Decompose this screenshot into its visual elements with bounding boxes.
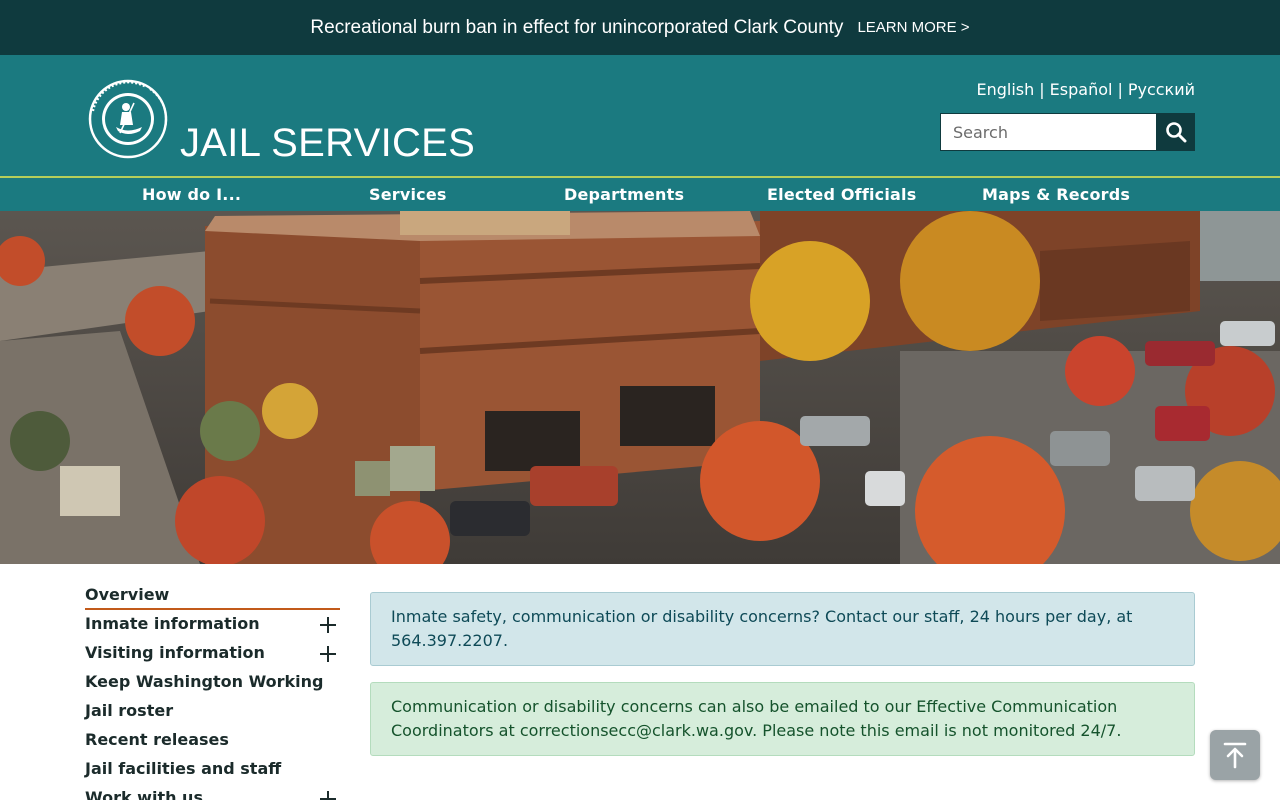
main-nav: How do I... Services Departments Elected…	[0, 176, 1280, 211]
sidebar-item-jail-facilities[interactable]: Jail facilities and staff	[85, 756, 340, 785]
arrow-up-to-line-icon	[1223, 742, 1247, 769]
sidebar-item-inmate-information[interactable]: Inmate information	[85, 611, 340, 640]
sidebar-item-label: Visiting information	[85, 643, 265, 662]
expand-plus-icon[interactable]	[320, 646, 336, 662]
nav-elected-officials[interactable]: Elected Officials	[767, 185, 916, 204]
sidebar-item-label: Inmate information	[85, 614, 260, 633]
expand-plus-icon[interactable]	[320, 617, 336, 633]
learn-more-link[interactable]: LEARN MORE >	[857, 19, 969, 36]
alert-text: Recreational burn ban in effect for unin…	[310, 16, 844, 38]
sidebar-item-recent-releases[interactable]: Recent releases	[85, 727, 340, 756]
back-to-top-button[interactable]	[1210, 730, 1260, 780]
language-spanish-link[interactable]: Español	[1050, 80, 1113, 99]
search-button[interactable]	[1157, 113, 1195, 151]
sidebar-item-label: Work with us	[85, 788, 203, 800]
sidebar-item-work-with-us[interactable]: Work with us	[85, 785, 340, 800]
hero-image	[0, 211, 1280, 564]
nav-services[interactable]: Services	[369, 185, 447, 204]
sidebar-item-keep-washington-working[interactable]: Keep Washington Working	[85, 669, 340, 698]
magnifier-icon	[1166, 122, 1187, 143]
nav-maps-records[interactable]: Maps & Records	[982, 185, 1130, 204]
sidebar-item-label: Overview	[85, 585, 170, 604]
safety-contact-notice: Inmate safety, communication or disabili…	[370, 592, 1195, 666]
nav-departments[interactable]: Departments	[564, 185, 684, 204]
language-separator: |	[1039, 80, 1045, 99]
email-contact-notice: Communication or disability concerns can…	[370, 682, 1195, 756]
expand-plus-icon[interactable]	[320, 791, 336, 800]
county-seal-logo[interactable]	[84, 79, 172, 159]
sidebar-item-label: Keep Washington Working	[85, 672, 324, 691]
sidebar-item-label: Recent releases	[85, 730, 229, 749]
language-russian-link[interactable]: Русский	[1128, 80, 1195, 99]
sidebar-item-label: Jail roster	[85, 701, 174, 720]
jail-building-photo	[0, 211, 1280, 564]
sidebar-item-visiting-information[interactable]: Visiting information	[85, 640, 340, 669]
site-title[interactable]: JAIL SERVICES	[180, 121, 475, 166]
language-separator: |	[1117, 80, 1123, 99]
search-form	[940, 113, 1195, 151]
language-english-link[interactable]: English	[976, 80, 1034, 99]
search-input[interactable]	[940, 113, 1157, 151]
language-selector: English | Español | Русский	[976, 80, 1195, 99]
sidebar-nav: Overview Inmate information Visiting inf…	[85, 582, 340, 800]
sidebar-item-jail-roster[interactable]: Jail roster	[85, 698, 340, 727]
sidebar-item-label: Jail facilities and staff	[85, 759, 282, 778]
sidebar-item-overview[interactable]: Overview	[85, 582, 340, 610]
alert-banner: Recreational burn ban in effect for unin…	[0, 0, 1280, 55]
site-header: JAIL SERVICES English | Español | Русский	[0, 55, 1280, 176]
nav-how-do-i[interactable]: How do I...	[142, 185, 241, 204]
